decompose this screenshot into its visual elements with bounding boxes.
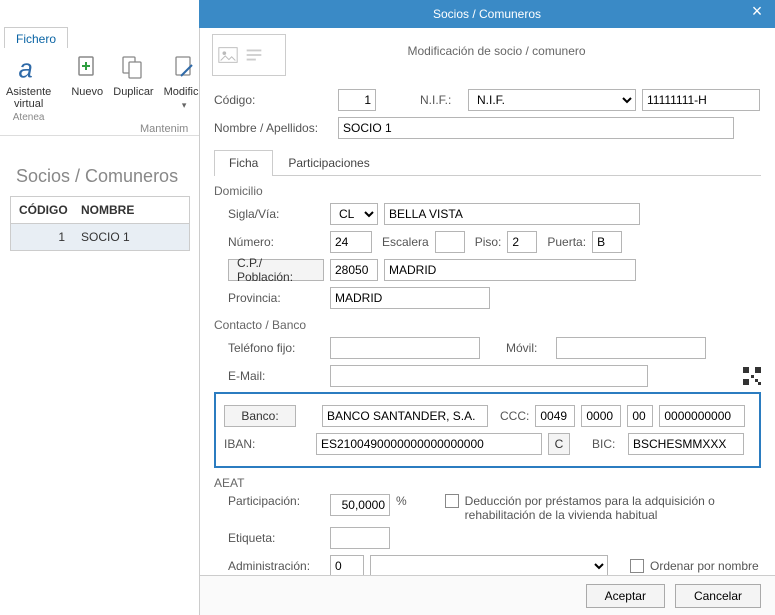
puerta-label: Puerta: <box>547 235 586 249</box>
picture-icon <box>217 44 239 66</box>
percent-label: % <box>396 494 407 508</box>
numero-input[interactable] <box>330 231 372 253</box>
etiqueta-label: Etiqueta: <box>228 531 324 545</box>
tab-ficha[interactable]: Ficha <box>214 150 273 176</box>
modal-titlebar: Socios / Comuneros × <box>199 0 775 28</box>
poblacion-input[interactable] <box>384 259 636 281</box>
ribbon-atenea-label: Atenea <box>13 112 45 123</box>
section-domicilio: Domicilio <box>214 184 761 198</box>
ribbon-nuevo[interactable]: Nuevo <box>71 52 103 98</box>
iban-input[interactable] <box>316 433 542 455</box>
cancelar-button[interactable]: Cancelar <box>675 584 761 608</box>
qr-icon[interactable] <box>743 367 761 385</box>
nif-label: N.I.F.: <box>420 93 462 107</box>
escalera-input[interactable] <box>435 231 465 253</box>
grid-col-codigo[interactable]: CÓDIGO <box>11 197 73 223</box>
ccc3-input[interactable] <box>627 405 653 427</box>
sigla-label: Sigla/Vía: <box>228 207 324 221</box>
administracion-code-input[interactable] <box>330 555 364 577</box>
ccc1-input[interactable] <box>535 405 575 427</box>
tabs: Ficha Participaciones <box>214 150 761 176</box>
grid-row[interactable]: 1 SOCIO 1 <box>10 224 190 251</box>
grid-cell-nombre: SOCIO 1 <box>73 224 189 250</box>
cp-poblacion-button[interactable]: C.P./ Población: <box>228 259 324 281</box>
cp-input[interactable] <box>330 259 378 281</box>
ribbon-group-label: Mantenim <box>140 123 188 135</box>
ccc-label: CCC: <box>500 409 529 423</box>
provincia-label: Provincia: <box>228 291 324 305</box>
iban-label: IBAN: <box>224 437 310 451</box>
banco-button[interactable]: Banco: <box>224 405 296 427</box>
via-input[interactable] <box>384 203 640 225</box>
ordenar-checkbox[interactable] <box>630 559 644 573</box>
document-edit-icon <box>168 52 200 84</box>
telefono-label: Teléfono fijo: <box>228 341 324 355</box>
escalera-label: Escalera <box>382 235 429 249</box>
nif-input[interactable] <box>642 89 760 111</box>
modal-title: Socios / Comuneros <box>433 7 541 21</box>
ccc2-input[interactable] <box>581 405 621 427</box>
movil-label: Móvil: <box>506 341 550 355</box>
nif-type-select[interactable]: N.I.F. <box>468 89 636 111</box>
banco-input[interactable] <box>322 405 488 427</box>
tab-participaciones[interactable]: Participaciones <box>273 150 384 176</box>
section-aeat: AEAT <box>214 476 761 490</box>
banco-panel: Banco: CCC: IBAN: C BIC: <box>214 392 761 468</box>
grid-col-nombre[interactable]: NOMBRE <box>73 197 189 223</box>
nombre-label: Nombre / Apellidos: <box>214 121 332 135</box>
email-input[interactable] <box>330 365 648 387</box>
deduccion-checkbox[interactable] <box>445 494 459 508</box>
page-title: Socios / Comuneros <box>16 166 178 187</box>
bic-label: BIC: <box>592 437 622 451</box>
grid: CÓDIGO NOMBRE 1 SOCIO 1 <box>10 196 190 251</box>
modal-subtitle: Modificación de socio / comunero <box>300 44 763 58</box>
ordenar-label: Ordenar por nombre <box>650 559 759 573</box>
iban-calc-button[interactable]: C <box>548 433 570 455</box>
lines-icon <box>243 44 265 66</box>
ribbon-nuevo-label: Nuevo <box>71 86 103 98</box>
modal-body: Modificación de socio / comunero Código:… <box>199 28 775 615</box>
document-plus-icon <box>71 52 103 84</box>
close-icon[interactable]: × <box>747 2 767 20</box>
numero-label: Número: <box>228 235 324 249</box>
administracion-select[interactable] <box>370 555 608 577</box>
ribbon-duplicar[interactable]: Duplicar <box>113 52 153 98</box>
codigo-label: Código: <box>214 93 332 107</box>
image-placeholder[interactable] <box>212 34 286 76</box>
grid-cell-codigo: 1 <box>11 224 73 250</box>
telefono-input[interactable] <box>330 337 480 359</box>
ccc4-input[interactable] <box>659 405 745 427</box>
ribbon-duplicar-label: Duplicar <box>113 86 153 98</box>
codigo-input[interactable] <box>338 89 376 111</box>
ribbon-tab-fichero[interactable]: Fichero <box>4 27 68 49</box>
administracion-label: Administración: <box>228 559 324 573</box>
modal-footer: Aceptar Cancelar <box>200 575 775 615</box>
participacion-input[interactable] <box>330 494 390 516</box>
provincia-input[interactable] <box>330 287 490 309</box>
sigla-select[interactable]: CL <box>330 203 378 225</box>
section-contacto: Contacto / Banco <box>214 318 761 332</box>
aceptar-button[interactable]: Aceptar <box>586 584 665 608</box>
duplicate-icon <box>117 52 149 84</box>
svg-text:a: a <box>18 55 32 82</box>
nombre-input[interactable] <box>338 117 734 139</box>
piso-input[interactable] <box>507 231 537 253</box>
deduccion-label: Deducción por préstamos para la adquisic… <box>465 494 761 522</box>
ribbon-asistente[interactable]: a Asistente virtual Atenea <box>6 52 51 123</box>
email-label: E-Mail: <box>228 369 324 383</box>
bic-input[interactable] <box>628 433 744 455</box>
puerta-input[interactable] <box>592 231 622 253</box>
etiqueta-input[interactable] <box>330 527 390 549</box>
movil-input[interactable] <box>556 337 706 359</box>
piso-label: Piso: <box>475 235 502 249</box>
grid-header[interactable]: CÓDIGO NOMBRE <box>10 196 190 224</box>
participacion-label: Participación: <box>228 494 324 508</box>
ribbon-asistente-label: Asistente virtual <box>6 86 51 110</box>
alpha-icon: a <box>13 52 45 84</box>
